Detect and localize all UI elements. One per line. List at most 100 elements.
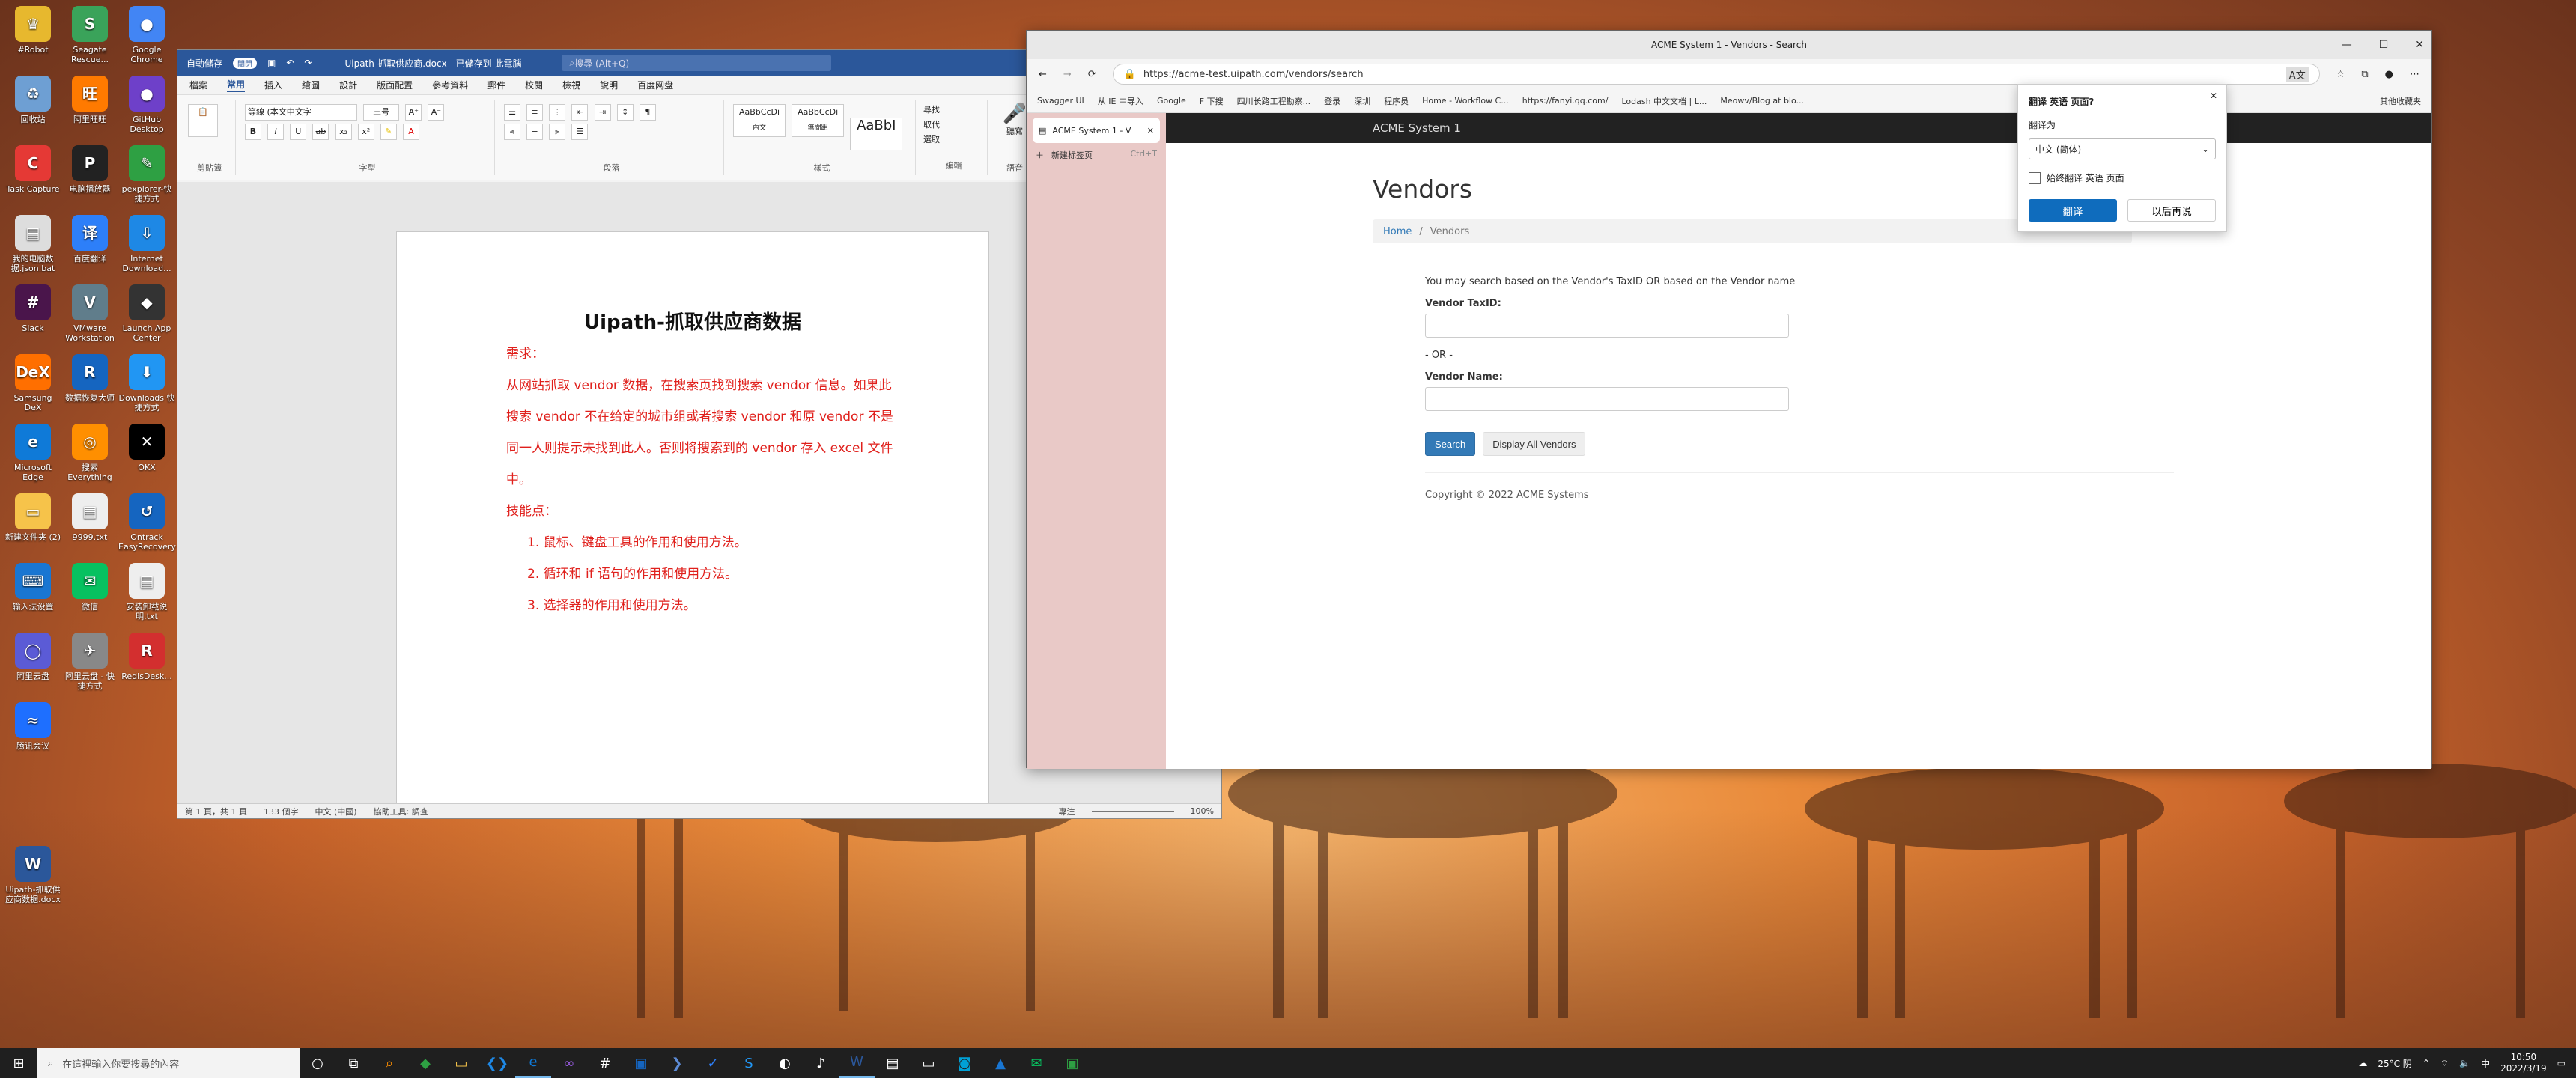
greenshot-icon[interactable]: ▣ xyxy=(1054,1048,1090,1078)
desktop-icon[interactable]: ● Google Chrome xyxy=(118,6,175,64)
zoom-slider[interactable] xyxy=(1091,810,1174,812)
desktop-icon[interactable]: ▤ 我的电脑数据.json.bat xyxy=(4,215,61,273)
more-icon[interactable]: ⋯ xyxy=(2410,69,2419,80)
desktop-icon[interactable]: ⇩ Internet Download... xyxy=(118,215,175,273)
translate-button[interactable]: 翻译 xyxy=(2029,199,2117,222)
desktop-icon[interactable]: ✎ pexplorer-快捷方式 xyxy=(118,145,175,204)
clock[interactable]: 10:50 2022/3/19 xyxy=(2500,1052,2547,1074)
word-tab[interactable]: 檔案 xyxy=(189,79,207,91)
document-page[interactable]: Uipath-抓取供应商数据 需求： 从网站抓取 vendor 数据，在搜索页找… xyxy=(396,231,989,805)
desktop-icon[interactable]: ▤ 安装卸载说明.txt xyxy=(118,563,175,621)
replace-button[interactable]: 取代 xyxy=(923,118,984,133)
bookmark-item[interactable]: 四川长路工程勘察... xyxy=(1237,95,1311,107)
tab-close-icon[interactable]: ✕ xyxy=(1147,126,1154,135)
paste-icon[interactable]: 📋 xyxy=(188,104,218,137)
address-bar[interactable]: 🔒 https://acme-test.uipath.com/vendors/s… xyxy=(1112,64,2320,85)
select-button[interactable]: 選取 xyxy=(923,133,984,147)
strikethrough-button[interactable]: ab xyxy=(312,124,329,140)
desktop-icon[interactable]: ✈ 阿里云盘 - 快捷方式 xyxy=(61,633,118,691)
bookmark-item[interactable]: Home - Workflow C... xyxy=(1422,96,1509,106)
word-tab[interactable]: 插入 xyxy=(264,79,282,91)
word-tab[interactable]: 校閱 xyxy=(525,79,543,91)
bookmark-item[interactable]: 深圳 xyxy=(1354,95,1370,107)
vendor-name-input[interactable] xyxy=(1425,387,1789,411)
align-right-icon[interactable]: ⫸ xyxy=(549,124,566,140)
taxid-input[interactable] xyxy=(1425,314,1789,338)
word-icon[interactable]: W xyxy=(839,1048,875,1078)
network-icon[interactable]: ⌔ xyxy=(2440,1058,2449,1069)
file-explorer-icon[interactable]: ▭ xyxy=(443,1048,479,1078)
vscode-icon[interactable]: ❮❯ xyxy=(479,1048,515,1078)
notepad-icon[interactable]: ▤ xyxy=(875,1048,911,1078)
redo-icon[interactable]: ↷ xyxy=(304,58,312,68)
desktop-icon[interactable]: ↺ Ontrack EasyRecovery xyxy=(118,493,176,552)
wechat-icon[interactable]: ✉ xyxy=(1018,1048,1054,1078)
word-tab[interactable]: 郵件 xyxy=(487,79,505,91)
visual-studio-icon[interactable]: ∞ xyxy=(551,1048,587,1078)
notification-icon[interactable]: ▭ xyxy=(2557,1058,2566,1068)
style-heading-1[interactable]: AaBbI xyxy=(850,118,903,150)
weather-text[interactable]: 25°C 阴 xyxy=(2378,1057,2411,1070)
bookmark-item[interactable]: 其他收藏夹 xyxy=(2380,95,2421,107)
chevron-up-icon[interactable]: ⌃ xyxy=(2422,1058,2430,1068)
desktop-icon[interactable]: ▤ 9999.txt xyxy=(61,493,118,542)
sourcetree-icon[interactable]: S xyxy=(731,1048,767,1078)
bookmark-item[interactable]: 从 IE 中导入 xyxy=(1098,95,1143,107)
todo-icon[interactable]: ✓ xyxy=(695,1048,731,1078)
bookmark-item[interactable]: Lodash 中文文档 | L... xyxy=(1621,95,1707,107)
grow-font-icon[interactable]: A⁺ xyxy=(405,104,422,121)
desktop-icon[interactable]: W Uipath-抓取供应商数据.docx xyxy=(4,846,61,904)
bullets-icon[interactable]: ☰ xyxy=(504,104,520,121)
desktop-icon[interactable]: S Seagate Rescue... xyxy=(61,6,118,64)
focus-button[interactable]: 專注 xyxy=(1059,806,1075,817)
always-translate-checkbox[interactable]: 始终翻译 英语 页面 xyxy=(2029,171,2216,184)
show-marks-icon[interactable]: ¶ xyxy=(639,104,656,121)
bookmark-item[interactable]: 程序员 xyxy=(1384,95,1409,107)
underline-button[interactable]: U xyxy=(290,124,307,140)
align-center-icon[interactable]: ≡ xyxy=(526,124,544,140)
breadcrumb-home[interactable]: Home xyxy=(1383,226,1412,237)
desktop-icon[interactable]: DeX Samsung DeX xyxy=(4,354,61,412)
terminal-icon[interactable]: ▭ xyxy=(911,1048,947,1078)
subscript-button[interactable]: x₂ xyxy=(335,124,352,140)
powershell-icon[interactable]: ❯ xyxy=(659,1048,695,1078)
word-tab[interactable]: 常用 xyxy=(227,78,246,92)
desktop-icon[interactable]: V VMware Workstation xyxy=(61,284,118,343)
desktop-icon[interactable]: ⌨ 输入法设置 xyxy=(4,563,61,612)
bilibili-icon[interactable]: ◙ xyxy=(947,1048,982,1078)
style-normal[interactable]: AaBbCcDi 內文 xyxy=(733,104,786,137)
superscript-button[interactable]: x² xyxy=(357,124,374,140)
undo-icon[interactable]: ↶ xyxy=(286,58,294,68)
profile-icon[interactable]: ● xyxy=(2385,69,2393,80)
desktop-icon[interactable]: 旺阿里旺旺 xyxy=(61,76,118,124)
media-player-icon[interactable]: ◐ xyxy=(767,1048,803,1078)
tab-acme[interactable]: ▤ ACME System 1 - V ✕ xyxy=(1033,118,1160,143)
translate-language-select[interactable]: 中文 (简体) ⌄ xyxy=(2029,138,2216,159)
desktop-icon[interactable]: 译百度翻译 xyxy=(61,215,118,264)
numbering-icon[interactable]: ≡ xyxy=(526,104,544,121)
desktop-icon[interactable]: ♻ 回收站 xyxy=(4,76,61,124)
word-tab[interactable]: 版面配置 xyxy=(377,79,413,91)
edge-icon[interactable]: e xyxy=(515,1048,551,1078)
accessibility-status[interactable]: 協助工具: 調查 xyxy=(374,806,428,817)
word-tab[interactable]: 參考資料 xyxy=(432,79,468,91)
desktop-icon[interactable]: R 数据恢复大师 xyxy=(61,354,118,403)
site-brand[interactable]: ACME System 1 xyxy=(1373,121,1461,135)
highlight-icon[interactable]: ✎ xyxy=(380,124,397,140)
desktop-icon[interactable]: C Task Capture xyxy=(4,145,61,194)
bookmark-item[interactable]: Meowv/Blog at blo... xyxy=(1720,96,1804,106)
word-tab[interactable]: 檢視 xyxy=(562,79,580,91)
language-status[interactable]: 中文 (中國) xyxy=(315,806,356,817)
taskbar-search[interactable]: ⌕ 在這裡輸入你要搜尋的內容 xyxy=(37,1048,300,1078)
back-icon[interactable]: ← xyxy=(1039,69,1047,80)
sort-icon[interactable]: ↕ xyxy=(616,104,634,121)
weather-icon[interactable]: ☁ xyxy=(2358,1058,2367,1068)
style-no-spacing[interactable]: AaBbCcDi 無間距 xyxy=(792,104,845,137)
minimize-icon[interactable]: — xyxy=(2342,39,2352,51)
font-size-select[interactable]: 三号 xyxy=(363,104,400,121)
new-tab-button[interactable]: ＋ 新建标签页 Ctrl+T xyxy=(1036,149,1157,161)
cortana-icon[interactable]: ○ xyxy=(300,1048,335,1078)
justify-icon[interactable]: ☰ xyxy=(571,124,589,140)
refresh-icon[interactable]: ⟳ xyxy=(1088,69,1096,80)
desktop-icon[interactable]: ◯ 阿里云盘 xyxy=(4,633,61,681)
